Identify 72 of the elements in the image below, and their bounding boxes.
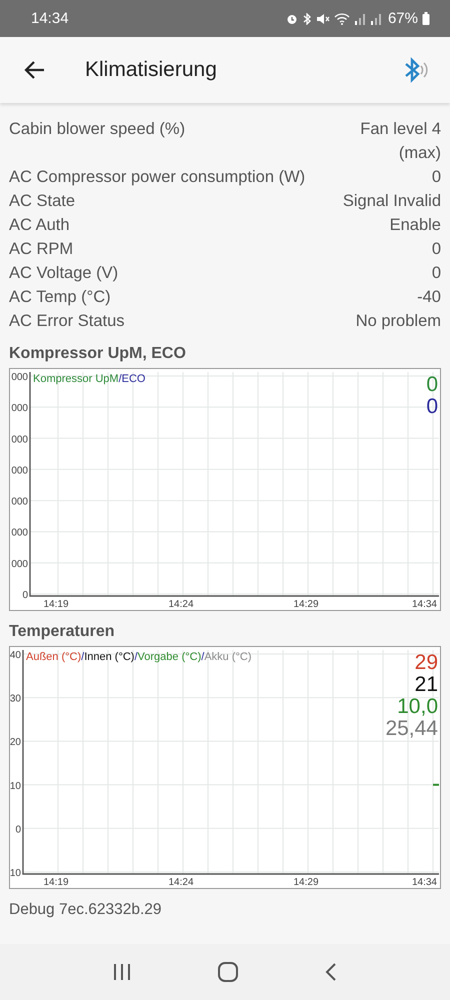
y-tick-label: 40 (10, 650, 21, 661)
chart-title: Temperaturen (9, 623, 116, 641)
x-tick-label: 14:34 (412, 599, 437, 610)
legend-item: Akku (°C) (204, 651, 252, 663)
current-reading: 0 (426, 373, 438, 396)
signal-icon (370, 12, 382, 24)
chart-title: Kompressor UpM, ECO (9, 345, 187, 363)
signal-icon (354, 12, 366, 24)
battery-icon (422, 12, 430, 25)
y-tick-label: 0 (22, 590, 28, 601)
legend-separator: / (118, 373, 122, 385)
current-reading: 0 (426, 395, 438, 418)
row-label: AC Temp (°C) (9, 287, 111, 308)
legend-item: Kompressor UpM (33, 373, 119, 385)
current-reading: 10,0 (397, 695, 438, 718)
x-tick-label: 14:34 (412, 877, 437, 888)
screen-title: Klimatisierung (85, 58, 218, 82)
battery-percent: 67% (388, 10, 418, 27)
row-value: -40 (417, 287, 441, 308)
row-label: AC Voltage (V) (9, 263, 118, 284)
current-reading: 21 (414, 673, 438, 696)
row-label: Cabin blower speed (%) (9, 119, 186, 140)
y-tick-label: 30 (10, 694, 21, 705)
data-line (433, 784, 439, 786)
x-tick-label: 14:19 (43, 877, 69, 888)
row-value: Enable (390, 215, 441, 236)
bluetooth-icon (302, 12, 312, 24)
mute-icon (316, 12, 330, 24)
row-label: AC Error Status (9, 311, 125, 332)
y-tick-label: 000 (11, 372, 28, 383)
x-tick-label: 14:19 (43, 599, 69, 610)
alarm-icon (286, 12, 298, 24)
row-label: AC State (9, 191, 76, 212)
row-value: Fan level 4 (max) (359, 119, 441, 164)
y-tick-label: 000 (11, 403, 28, 414)
y-tick-label: 000 (11, 465, 28, 476)
row-label: AC Auth (9, 215, 70, 236)
back-icon[interactable] (23, 60, 45, 80)
legend-item: Innen (°C) (84, 651, 134, 663)
row-value: Signal Invalid (342, 191, 441, 212)
x-tick-label: 14:29 (293, 599, 319, 610)
wifi-icon (334, 12, 350, 24)
legend-item: ECO (122, 373, 146, 385)
x-tick-label: 14:24 (168, 877, 194, 888)
row-value: 0 (432, 263, 441, 284)
row-value: 0 (432, 239, 441, 260)
legend-item: Vorgabe (°C) (138, 651, 202, 663)
y-tick-label: 000 (11, 434, 28, 446)
row-label: AC Compressor power consumption (W) (9, 167, 306, 188)
y-tick-label: 000 (11, 496, 28, 508)
y-tick-label: 0 (15, 824, 21, 836)
legend-separator: / (81, 651, 84, 663)
current-reading: 29 (414, 651, 438, 674)
recent-apps-icon[interactable] (112, 963, 132, 981)
status-time: 14:34 (31, 10, 69, 27)
current-reading: 25,44 (385, 717, 438, 740)
row-label: AC RPM (9, 239, 74, 260)
row-value: No problem (356, 311, 441, 332)
y-tick-label: 20 (10, 737, 21, 748)
debug-text: Debug 7ec.62332b.29 (9, 901, 163, 919)
legend-separator: / (134, 651, 138, 663)
y-tick-label: 000 (11, 528, 28, 539)
row-value: 0 (432, 167, 441, 188)
x-tick-label: 14:29 (293, 877, 319, 888)
x-tick-label: 14:24 (168, 599, 194, 610)
back-nav-icon[interactable] (324, 962, 338, 982)
y-tick-label: 10 (10, 868, 21, 879)
y-tick-label: 000 (11, 558, 28, 570)
y-tick-label: 10 (10, 780, 21, 792)
legend-item: Außen (°C) (26, 651, 82, 663)
legend-separator: / (201, 651, 204, 663)
home-icon[interactable] (216, 961, 239, 983)
